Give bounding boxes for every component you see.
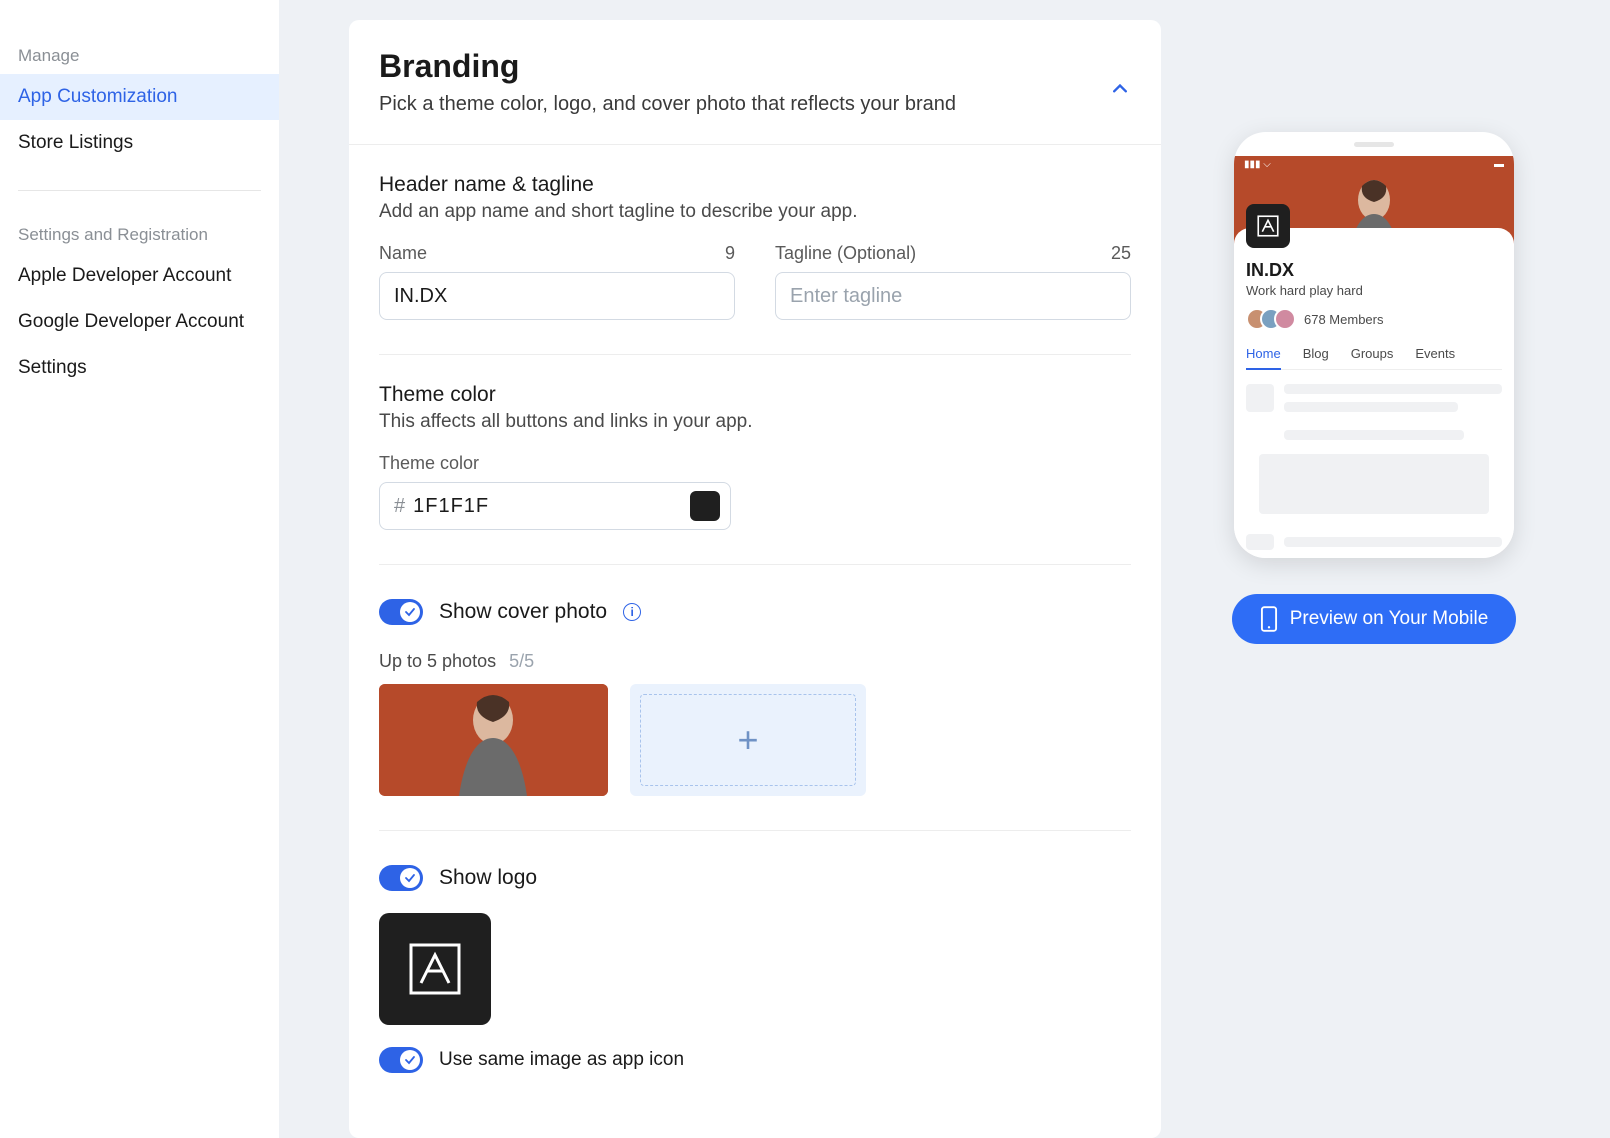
preview-tab-home[interactable]: Home	[1246, 346, 1281, 370]
hash-prefix: #	[394, 495, 405, 518]
cover-photo-toggle[interactable]	[379, 599, 423, 625]
photos-count: 5/5	[509, 651, 534, 671]
mobile-icon	[1260, 606, 1278, 632]
same-icon-toggle-row: Use same image as app icon	[349, 1047, 1161, 1073]
logo-toggle[interactable]	[379, 865, 423, 891]
same-as-app-icon-toggle[interactable]	[379, 1047, 423, 1073]
skeleton	[1284, 537, 1502, 547]
cover-photo-toggle-label: Show cover photo	[439, 600, 607, 624]
phone-mockup: ▮▮▮ ⌵ ▬ IN.DX Work hard play ha	[1234, 132, 1514, 558]
skeleton	[1284, 430, 1463, 440]
phone-statusbar: ▮▮▮ ⌵ ▬	[1234, 156, 1514, 172]
logo-toggle-row: Show logo	[349, 865, 1161, 891]
name-label: Name	[379, 243, 427, 264]
sidebar-item-app-customization[interactable]: App Customization	[0, 74, 279, 120]
skeleton	[1284, 384, 1502, 394]
add-photo-dropzone-wrap: +	[630, 684, 866, 796]
logo-thumb[interactable]	[379, 913, 491, 1025]
preview-tab-blog[interactable]: Blog	[1303, 346, 1329, 361]
same-icon-toggle-label: Use same image as app icon	[439, 1049, 684, 1071]
section-desc-theme: This affects all buttons and links in yo…	[379, 411, 1131, 433]
skeleton	[1246, 384, 1274, 412]
photos-limit-label: Up to 5 photos	[379, 651, 496, 671]
theme-color-value: 1F1F1F	[413, 495, 682, 518]
theme-color-input[interactable]: # 1F1F1F	[379, 482, 731, 530]
preview-tab-events[interactable]: Events	[1415, 346, 1455, 361]
sidebar-section-settings: Settings and Registration	[0, 215, 279, 253]
sidebar-item-google-dev[interactable]: Google Developer Account	[0, 299, 279, 345]
divider	[379, 564, 1131, 565]
theme-color-field-label: Theme color	[379, 453, 1131, 474]
sidebar-item-settings[interactable]: Settings	[0, 345, 279, 391]
header-tagline-section: Header name & tagline Add an app name an…	[349, 145, 1161, 320]
name-input[interactable]	[379, 272, 735, 320]
color-swatch[interactable]	[690, 491, 720, 521]
name-char-count: 9	[725, 243, 735, 264]
plus-icon: +	[737, 719, 758, 761]
preview-button-label: Preview on Your Mobile	[1290, 608, 1489, 630]
sidebar-item-store-listings[interactable]: Store Listings	[0, 120, 279, 166]
theme-color-section: Theme color This affects all buttons and…	[349, 355, 1161, 530]
avatar	[1274, 308, 1296, 330]
cover-photo-thumb[interactable]	[379, 684, 608, 796]
preview-members: 678 Members	[1246, 308, 1502, 330]
info-icon[interactable]: i	[623, 603, 641, 621]
phone-logo-icon	[1246, 204, 1290, 248]
preview-pane: ▮▮▮ ⌵ ▬ IN.DX Work hard play ha	[1205, 20, 1543, 704]
section-title-theme: Theme color	[379, 383, 1131, 407]
sidebar: Manage App Customization Store Listings …	[0, 0, 279, 1138]
sidebar-item-apple-dev[interactable]: Apple Developer Account	[0, 253, 279, 299]
phone-speaker	[1234, 132, 1514, 156]
preview-on-mobile-button[interactable]: Preview on Your Mobile	[1232, 594, 1516, 644]
phone-content: IN.DX Work hard play hard 678 Members Ho…	[1234, 228, 1514, 558]
chevron-up-icon[interactable]	[1113, 78, 1127, 99]
card-subtitle: Pick a theme color, logo, and cover phot…	[379, 93, 1131, 116]
preview-tagline: Work hard play hard	[1246, 283, 1502, 298]
card-header: Branding Pick a theme color, logo, and c…	[349, 20, 1161, 145]
tagline-input[interactable]	[775, 272, 1131, 320]
preview-tab-groups[interactable]: Groups	[1351, 346, 1394, 361]
photos-meta: Up to 5 photos 5/5	[349, 625, 1161, 684]
sidebar-divider	[18, 190, 261, 191]
cover-photo-toggle-row: Show cover photo i	[349, 599, 1161, 625]
signal-icon: ▮▮▮ ⌵	[1244, 159, 1271, 170]
members-count: 678 Members	[1304, 312, 1383, 327]
tagline-label: Tagline (Optional)	[775, 243, 916, 264]
add-photo-dropzone[interactable]: +	[640, 694, 856, 786]
section-desc-header: Add an app name and short tagline to des…	[379, 201, 1131, 223]
section-title-header: Header name & tagline	[379, 173, 1131, 197]
divider	[379, 830, 1131, 831]
skeleton	[1259, 454, 1489, 514]
branding-card: Branding Pick a theme color, logo, and c…	[349, 20, 1161, 1138]
preview-tabs: Home Blog Groups Events	[1246, 346, 1502, 370]
logo-toggle-label: Show logo	[439, 866, 537, 890]
sidebar-section-manage: Manage	[0, 36, 279, 74]
skeleton	[1246, 534, 1274, 550]
tagline-char-count: 25	[1111, 243, 1131, 264]
card-title: Branding	[379, 48, 1131, 85]
member-avatars	[1246, 308, 1296, 330]
skeleton	[1284, 402, 1458, 412]
battery-icon: ▬	[1494, 159, 1504, 170]
